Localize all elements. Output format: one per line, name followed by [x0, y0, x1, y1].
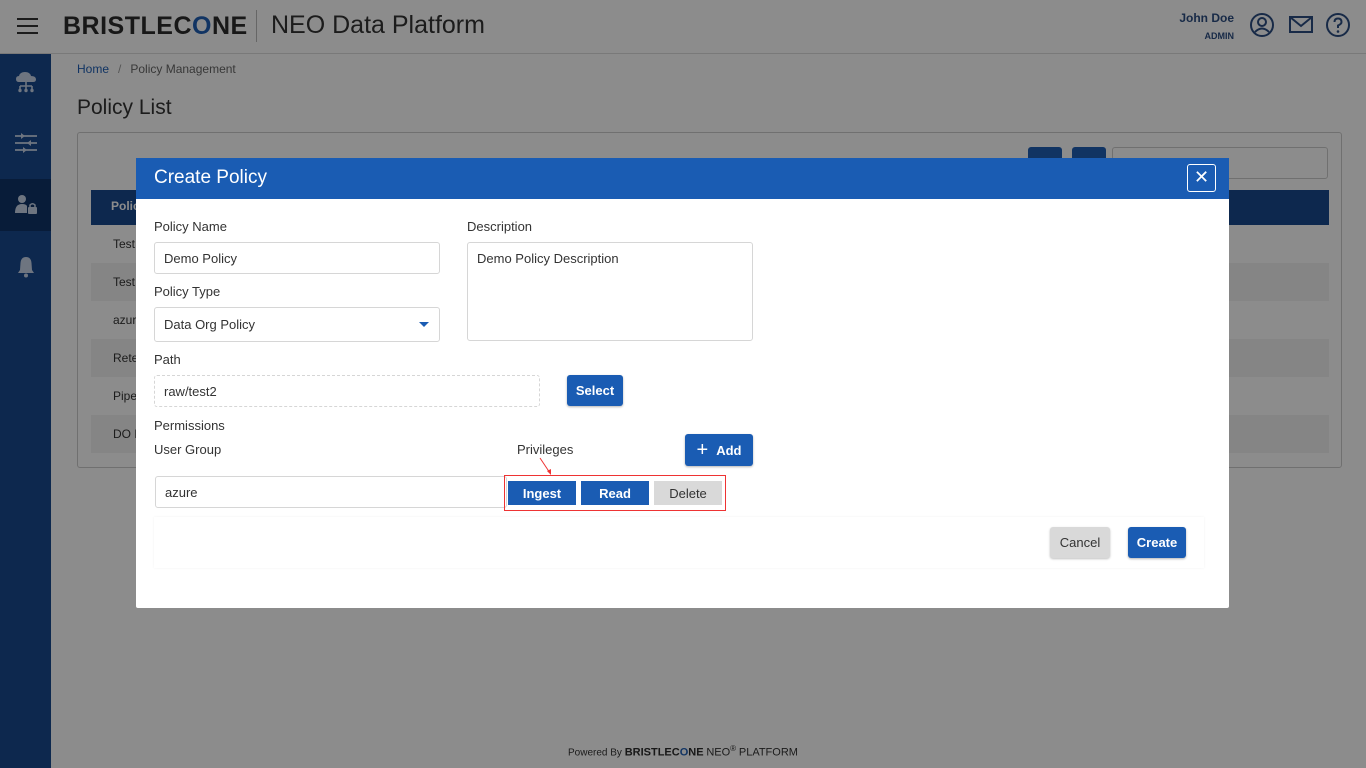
policy-name-input[interactable]: Demo Policy [154, 242, 440, 274]
path-input[interactable]: raw/test2 [154, 375, 540, 407]
privileges-label: Privileges [517, 442, 574, 457]
privilege-read-toggle[interactable]: Read [581, 481, 649, 505]
chevron-down-icon [419, 322, 429, 327]
close-button[interactable]: ✕ [1187, 164, 1216, 192]
user-group-label: User Group [154, 442, 222, 457]
path-label: Path [154, 352, 181, 367]
create-button[interactable]: Create [1128, 527, 1186, 558]
policy-type-value: Data Org Policy [164, 317, 256, 332]
plus-icon: + [696, 439, 709, 461]
policy-name-label: Policy Name [154, 219, 227, 234]
policy-type-select[interactable]: Data Org Policy [154, 307, 440, 342]
user-group-input[interactable]: azure [155, 476, 507, 508]
policy-type-label: Policy Type [154, 284, 221, 299]
dialog-actions: Cancel Create [154, 517, 1204, 568]
add-permission-button[interactable]: + Add [685, 434, 753, 466]
create-policy-dialog: Create Policy ✕ Policy Name Demo Policy … [136, 158, 1229, 608]
dialog-header: Create Policy ✕ [136, 158, 1229, 199]
description-label: Description [467, 219, 533, 234]
privilege-ingest-toggle[interactable]: Ingest [508, 481, 576, 505]
privileges-highlight: Ingest Read Delete [504, 475, 726, 511]
add-button-label: Add [716, 442, 742, 458]
cancel-button[interactable]: Cancel [1050, 527, 1110, 558]
description-textarea[interactable]: Demo Policy Description [467, 242, 753, 341]
select-path-button[interactable]: Select [567, 375, 623, 406]
annotation-arrow-icon [539, 457, 551, 475]
permissions-label: Permissions [154, 418, 225, 433]
privilege-delete-toggle[interactable]: Delete [654, 481, 722, 505]
dialog-title: Create Policy [154, 167, 267, 188]
